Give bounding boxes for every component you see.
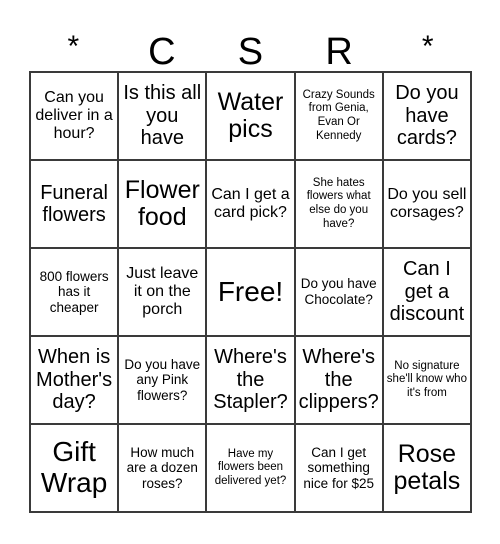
bingo-cell-text: No signature she'll know who it's from [386, 359, 467, 399]
bingo-cell-text: Is this all you have [123, 82, 202, 150]
bingo-cell[interactable]: Can you deliver in a hour? [31, 73, 120, 161]
bingo-cell-text: Can I get a discount [389, 258, 465, 326]
bingo-cell-text: When is Mother's day? [36, 346, 113, 414]
bingo-cell[interactable]: Can I get something nice for $25 [295, 425, 384, 513]
bingo-free-cell[interactable]: Free! [207, 249, 296, 337]
bingo-header-letter-text: * [67, 30, 80, 63]
bingo-cell[interactable]: Do you have any Pink flowers? [119, 337, 208, 425]
bingo-cell-text: Just leave it on the porch [126, 264, 199, 319]
bingo-cell[interactable]: 800 flowers has it cheaper [31, 249, 120, 337]
bingo-cell[interactable]: Funeral flowers [31, 161, 120, 249]
bingo-cell[interactable]: Do you have Chocolate? [295, 249, 384, 337]
bingo-cell[interactable]: Where's the Stapler? [207, 337, 296, 425]
bingo-cell-text: Rose petals [393, 439, 461, 495]
bingo-header-letter-4: R [295, 22, 384, 71]
bingo-cell-text: Have my flowers been delivered yet? [214, 447, 287, 487]
bingo-header-row: * C S R * [29, 22, 472, 72]
bingo-cell-text: Gift Wrap [40, 436, 108, 498]
bingo-cell[interactable]: She hates flowers what else do you have? [295, 161, 384, 249]
bingo-cell[interactable]: Where's the clippers? [295, 337, 384, 425]
bingo-cell-text: Water pics [217, 87, 284, 143]
bingo-cell[interactable]: Flower food [119, 161, 208, 249]
bingo-cell[interactable]: When is Mother's day? [31, 337, 120, 425]
bingo-header-letter-text: S [237, 31, 264, 73]
bingo-cell[interactable]: Can I get a discount [383, 249, 472, 337]
bingo-cell-text: Can I get something nice for $25 [303, 444, 374, 491]
bingo-cell[interactable]: Rose petals [383, 425, 472, 513]
bingo-cell-text: Do you have any Pink flowers? [124, 356, 201, 403]
bingo-header-letter-5: * [383, 22, 472, 71]
bingo-header-letter-text: R [325, 31, 353, 73]
bingo-header-letter-text: C [148, 31, 176, 73]
bingo-cell-text: 800 flowers has it cheaper [39, 268, 109, 315]
bingo-cell[interactable]: Is this all you have [119, 73, 208, 161]
bingo-cell-text: Funeral flowers [40, 181, 108, 226]
bingo-cell-text: Where's the clippers? [298, 346, 379, 414]
bingo-header-letter-2: C [118, 22, 207, 71]
bingo-cell[interactable]: Have my flowers been delivered yet? [207, 425, 296, 513]
bingo-header-letter-1: * [29, 22, 118, 71]
bingo-cell[interactable]: How much are a dozen roses? [119, 425, 208, 513]
bingo-cell[interactable]: Crazy Sounds from Genia, Evan Or Kennedy [295, 73, 384, 161]
bingo-cell-text: Free! [217, 275, 284, 307]
bingo-cell-text: Crazy Sounds from Genia, Evan Or Kennedy [302, 88, 375, 142]
bingo-card: * C S R * Can you deliver in a hour? Is … [0, 0, 500, 544]
bingo-cell[interactable]: Do you sell corsages? [383, 161, 472, 249]
bingo-header-letter-3: S [206, 22, 295, 71]
bingo-grid: Can you deliver in a hour? Is this all y… [29, 71, 472, 513]
bingo-cell-text: Can you deliver in a hour? [35, 88, 113, 143]
bingo-cell[interactable]: Can I get a card pick? [207, 161, 296, 249]
bingo-cell[interactable]: No signature she'll know who it's from [383, 337, 472, 425]
bingo-cell[interactable]: Water pics [207, 73, 296, 161]
bingo-cell-text: Can I get a card pick? [211, 185, 290, 221]
bingo-header-letter-text: * [421, 30, 434, 63]
bingo-cell[interactable]: Do you have cards? [383, 73, 472, 161]
bingo-cell-text: Do you have cards? [395, 82, 459, 150]
bingo-cell-text: She hates flowers what else do you have? [306, 176, 371, 230]
bingo-cell-text: Do you sell corsages? [387, 185, 467, 221]
bingo-cell-text: Flower food [124, 175, 200, 231]
bingo-cell[interactable]: Just leave it on the porch [119, 249, 208, 337]
bingo-cell-text: Where's the Stapler? [213, 346, 288, 414]
bingo-cell-text: Do you have Chocolate? [300, 276, 377, 307]
bingo-cell-text: How much are a dozen roses? [126, 444, 198, 491]
bingo-cell[interactable]: Gift Wrap [31, 425, 120, 513]
